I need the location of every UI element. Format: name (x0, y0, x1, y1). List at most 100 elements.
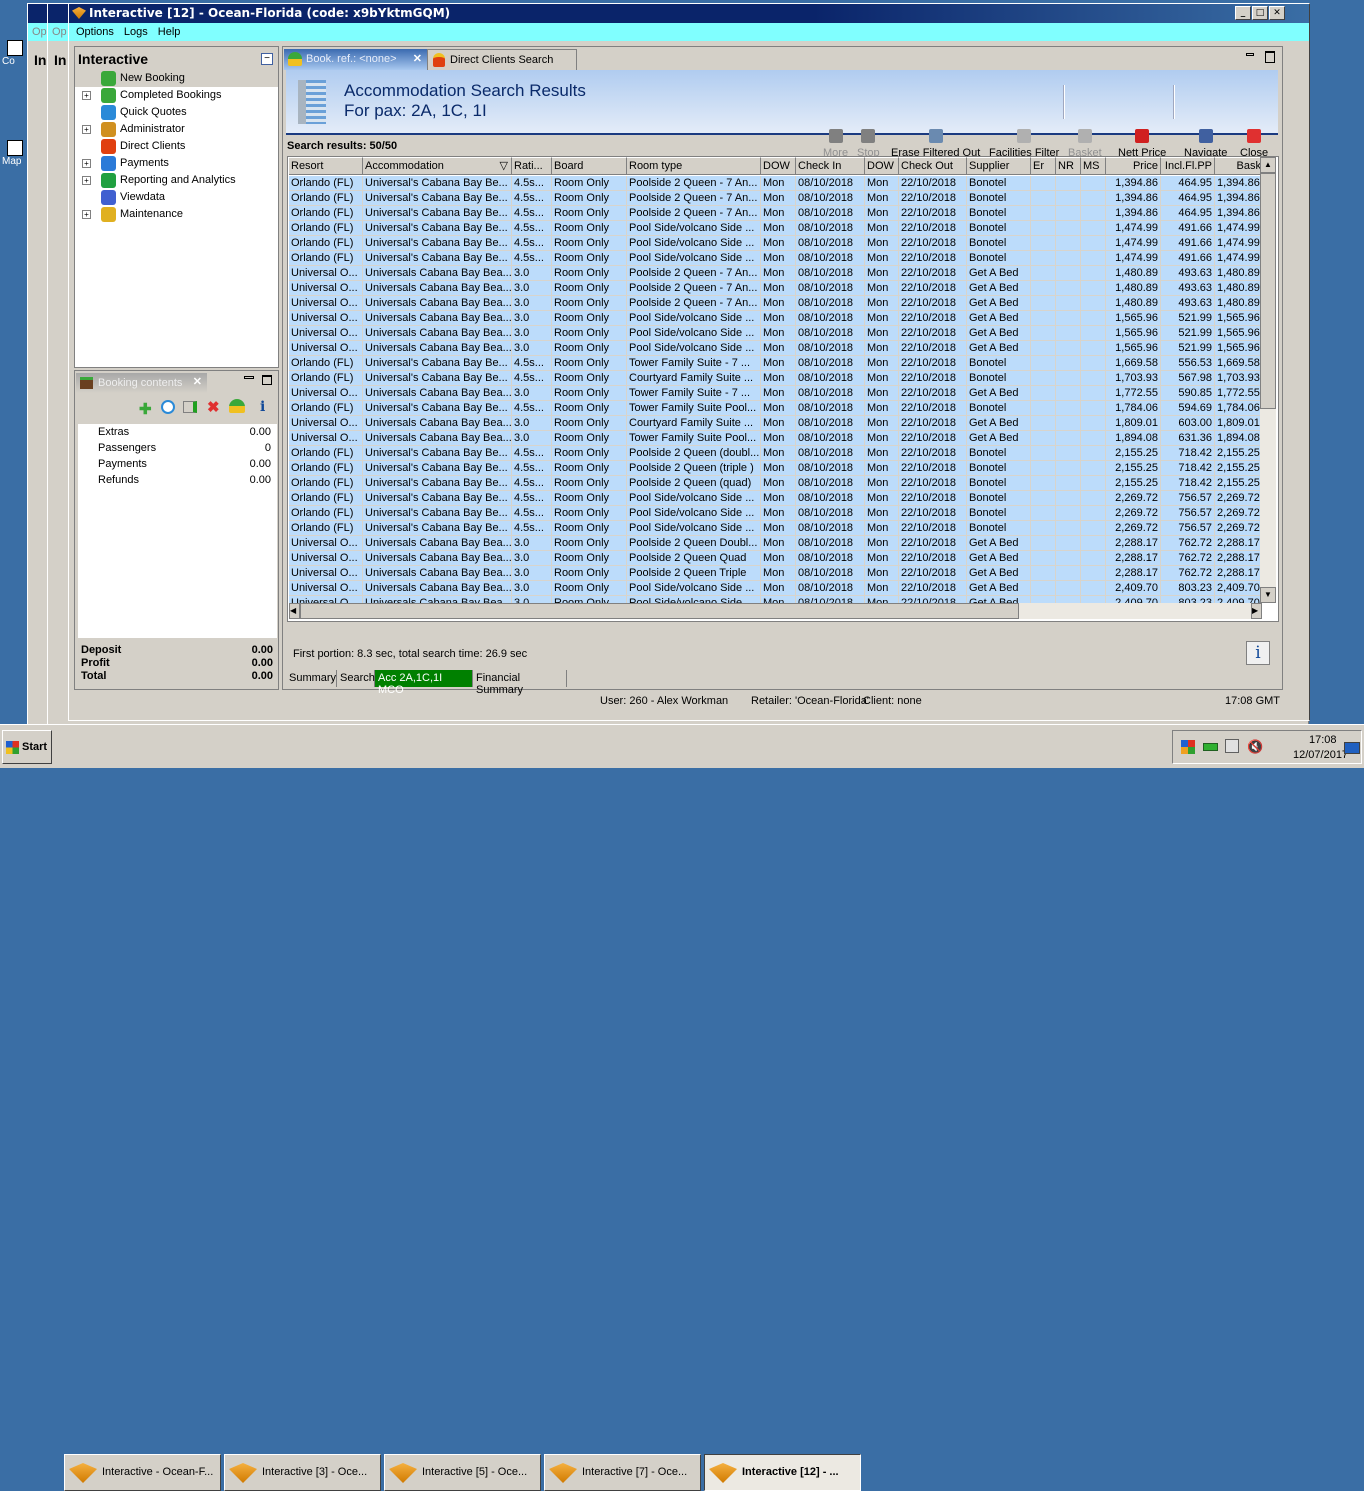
table-cell[interactable]: Pool Side/volcano Side ... (627, 596, 761, 603)
table-cell[interactable]: 4.5s... (512, 491, 552, 506)
table-cell[interactable]: Bonotel (967, 236, 1031, 251)
table-cell[interactable]: Bonotel (967, 521, 1031, 536)
table-cell[interactable]: Mon (865, 221, 899, 236)
table-cell[interactable]: Poolside 2 Queen - 7 An... (627, 191, 761, 206)
table-cell[interactable] (1081, 221, 1106, 236)
table-cell[interactable]: Orlando (FL) (289, 476, 363, 491)
table-cell[interactable]: 1,394.86 (1106, 206, 1161, 221)
table-cell[interactable]: Universal O... (289, 566, 363, 581)
table-cell[interactable] (1031, 251, 1056, 266)
table-cell[interactable]: 08/10/2018 (796, 461, 865, 476)
table-cell[interactable]: Mon (865, 326, 899, 341)
table-cell[interactable]: Tower Family Suite - 7 ... (627, 386, 761, 401)
table-cell[interactable] (1081, 326, 1106, 341)
table-cell[interactable]: Poolside 2 Queen Doubl... (627, 536, 761, 551)
table-cell[interactable] (1081, 431, 1106, 446)
table-cell[interactable]: 4.5s... (512, 446, 552, 461)
table-cell[interactable]: 1,565.96 (1215, 326, 1262, 341)
column-header-12[interactable]: MS (1081, 157, 1106, 175)
table-cell[interactable]: Orlando (FL) (289, 176, 363, 191)
table-cell[interactable] (1081, 491, 1106, 506)
table-cell[interactable] (1031, 371, 1056, 386)
table-cell[interactable]: 4.5s... (512, 476, 552, 491)
table-cell[interactable]: 08/10/2018 (796, 566, 865, 581)
table-cell[interactable]: Universal's Cabana Bay Be... (363, 446, 512, 461)
table-cell[interactable]: Orlando (FL) (289, 356, 363, 371)
table-cell[interactable]: Tower Family Suite - 7 ... (627, 356, 761, 371)
column-header-9[interactable]: Supplier (967, 157, 1031, 175)
table-cell[interactable]: 594.69 (1161, 401, 1215, 416)
table-cell[interactable]: Universal's Cabana Bay Be... (363, 371, 512, 386)
table-cell[interactable] (1056, 221, 1081, 236)
table-cell[interactable]: Mon (761, 596, 796, 603)
table-cell[interactable]: 08/10/2018 (796, 506, 865, 521)
table-cell[interactable] (1081, 251, 1106, 266)
table-cell[interactable]: 1,474.99 (1106, 221, 1161, 236)
table-cell[interactable]: Orlando (FL) (289, 461, 363, 476)
table-cell[interactable]: Universals Cabana Bay Bea... (363, 536, 512, 551)
table-cell[interactable]: Universal O... (289, 416, 363, 431)
table-cell[interactable] (1031, 386, 1056, 401)
table-cell[interactable]: Mon (761, 371, 796, 386)
table-cell[interactable]: Room Only (552, 416, 627, 431)
table-cell[interactable]: Mon (865, 536, 899, 551)
table-cell[interactable]: Universals Cabana Bay Bea... (363, 311, 512, 326)
table-cell[interactable] (1056, 356, 1081, 371)
table-cell[interactable]: 08/10/2018 (796, 491, 865, 506)
table-cell[interactable]: 2,409.70 (1106, 581, 1161, 596)
table-cell[interactable]: Get A Bed (967, 311, 1031, 326)
table-cell[interactable]: 2,288.17 (1215, 536, 1262, 551)
table-cell[interactable]: 1,669.58 (1215, 356, 1262, 371)
table-cell[interactable]: Universal's Cabana Bay Be... (363, 251, 512, 266)
table-cell[interactable] (1056, 311, 1081, 326)
table-cell[interactable]: Room Only (552, 461, 627, 476)
table-cell[interactable]: Room Only (552, 386, 627, 401)
table-cell[interactable]: Mon (761, 356, 796, 371)
table-cell[interactable]: Pool Side/volcano Side ... (627, 221, 761, 236)
table-cell[interactable]: Mon (865, 506, 899, 521)
table-cell[interactable] (1081, 401, 1106, 416)
minimize-button[interactable]: _ (1235, 6, 1251, 20)
table-cell[interactable]: Mon (761, 296, 796, 311)
table-cell[interactable]: 08/10/2018 (796, 281, 865, 296)
desktop-icon[interactable]: Co (2, 40, 28, 70)
nav-item-maintenance[interactable]: + Maintenance (75, 206, 278, 223)
table-cell[interactable]: Mon (761, 506, 796, 521)
table-cell[interactable]: 08/10/2018 (796, 206, 865, 221)
table-cell[interactable] (1031, 401, 1056, 416)
table-cell[interactable]: Bonotel (967, 206, 1031, 221)
expand-icon[interactable]: + (82, 176, 91, 185)
table-cell[interactable]: 603.00 (1161, 416, 1215, 431)
table-cell[interactable] (1031, 536, 1056, 551)
table-cell[interactable]: 22/10/2018 (899, 251, 967, 266)
table-cell[interactable]: 22/10/2018 (899, 386, 967, 401)
scroll-down-button[interactable]: ▼ (1260, 587, 1276, 603)
bottom-tab-acc-2a-1c-1i-mco[interactable]: Acc 2A,1C,1I MCO (375, 670, 473, 696)
table-cell[interactable] (1056, 416, 1081, 431)
table-cell[interactable]: Get A Bed (967, 551, 1031, 566)
table-cell[interactable]: 08/10/2018 (796, 371, 865, 386)
table-cell[interactable]: Poolside 2 Queen (triple ) (627, 461, 761, 476)
table-cell[interactable]: 631.36 (1161, 431, 1215, 446)
table-cell[interactable]: Bonotel (967, 476, 1031, 491)
table-cell[interactable]: 762.72 (1161, 551, 1215, 566)
table-cell[interactable]: Universal O... (289, 386, 363, 401)
table-cell[interactable] (1056, 191, 1081, 206)
table-cell[interactable]: Get A Bed (967, 326, 1031, 341)
table-cell[interactable]: Bonotel (967, 506, 1031, 521)
table-cell[interactable]: Mon (761, 311, 796, 326)
table-cell[interactable]: 4.5s... (512, 401, 552, 416)
table-cell[interactable]: Universals Cabana Bay Bea... (363, 581, 512, 596)
table-cell[interactable]: 762.72 (1161, 536, 1215, 551)
tab-direct-clients-search[interactable]: Direct Clients Search (427, 49, 577, 70)
table-cell[interactable]: Orlando (FL) (289, 251, 363, 266)
table-cell[interactable]: 2,409.70 (1106, 596, 1161, 603)
table-cell[interactable]: Mon (761, 416, 796, 431)
table-cell[interactable]: 2,155.25 (1106, 461, 1161, 476)
table-cell[interactable]: 718.42 (1161, 461, 1215, 476)
nav-item-new-booking[interactable]: New Booking (75, 70, 278, 87)
table-cell[interactable]: 493.63 (1161, 281, 1215, 296)
table-cell[interactable]: Mon (761, 536, 796, 551)
table-cell[interactable]: 22/10/2018 (899, 206, 967, 221)
table-cell[interactable]: Mon (865, 551, 899, 566)
